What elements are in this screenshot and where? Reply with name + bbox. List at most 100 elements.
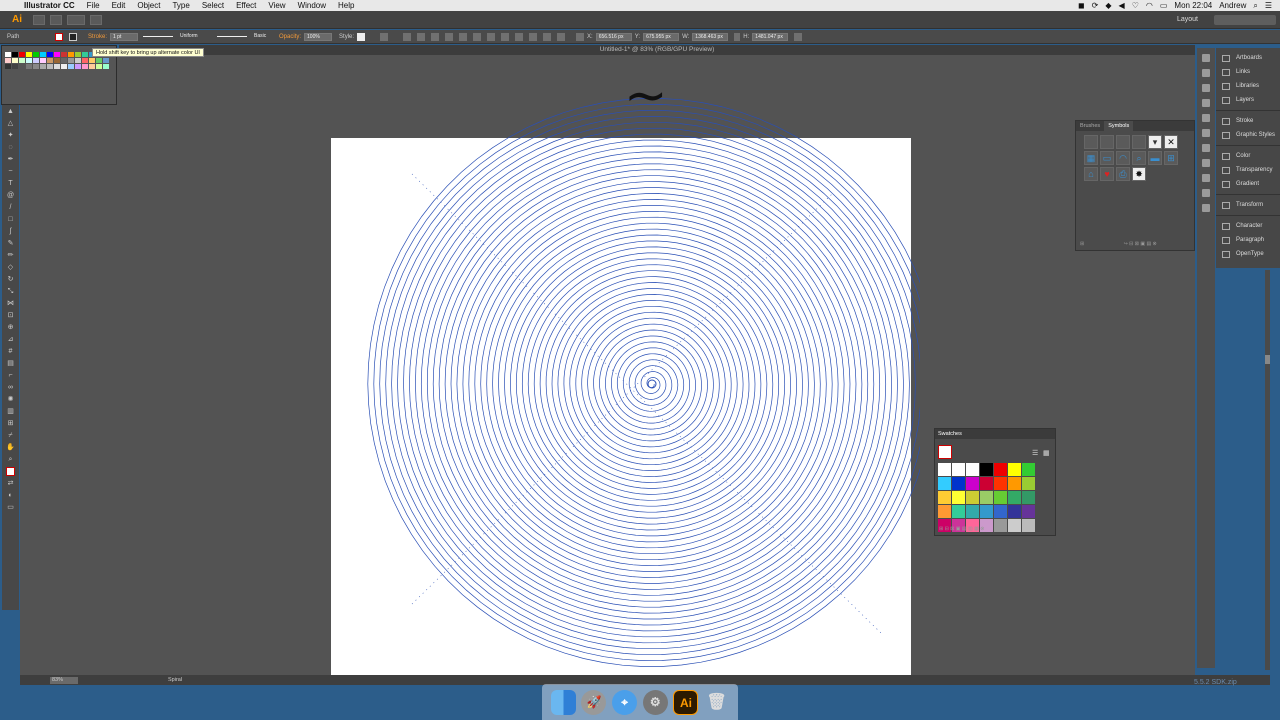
swatch[interactable] — [994, 463, 1007, 476]
dock-item-color[interactable]: Color — [1216, 149, 1280, 163]
drawing-mode-icon[interactable]: ◐ — [6, 491, 15, 500]
eraser-tool-icon[interactable]: ◇ — [6, 263, 15, 272]
thumbnail-view-icon[interactable]: ▦ — [1043, 449, 1050, 457]
libraries-panel-icon[interactable] — [1202, 84, 1210, 92]
bridge-icon[interactable] — [33, 14, 45, 25]
popup-swatch[interactable] — [19, 58, 25, 63]
gradient-tool-icon[interactable]: ▤ — [6, 359, 15, 368]
sync-icon[interactable]: ⟳ — [1092, 1, 1099, 10]
tab-brushes[interactable]: Brushes — [1076, 121, 1104, 131]
arrange-documents-icon[interactable] — [67, 14, 85, 25]
popup-swatch[interactable] — [26, 52, 32, 57]
fill-stroke-icon[interactable] — [6, 467, 15, 476]
popup-swatch[interactable] — [47, 64, 53, 69]
align-middle-icon[interactable] — [473, 32, 482, 41]
selection-tool-icon[interactable]: ▲ — [6, 107, 15, 116]
popup-swatch[interactable] — [89, 64, 95, 69]
popup-swatch[interactable] — [5, 64, 11, 69]
popup-swatch[interactable] — [47, 52, 53, 57]
dock-item-transform[interactable]: Transform — [1216, 198, 1280, 212]
height-field[interactable]: 1481.047 px — [752, 32, 789, 41]
stroke-weight-field[interactable]: 1 pt — [110, 32, 139, 41]
swatch[interactable] — [966, 463, 979, 476]
swatches-panel-title[interactable]: Swatches — [935, 429, 1055, 439]
dock-item-artboards[interactable]: Artboards — [1216, 51, 1280, 65]
swatch[interactable] — [1008, 519, 1021, 532]
symbol-bar-icon[interactable]: ▬ — [1148, 151, 1162, 165]
swatch[interactable] — [1008, 477, 1021, 490]
popup-swatch[interactable] — [82, 64, 88, 69]
popup-swatch[interactable] — [40, 58, 46, 63]
popup-swatch[interactable] — [82, 58, 88, 63]
stroke-label[interactable]: Stroke: — [88, 34, 107, 40]
constrain-proportions-icon[interactable] — [734, 32, 741, 41]
popup-swatch[interactable] — [89, 58, 95, 63]
distribute-top-icon[interactable] — [501, 32, 510, 41]
popup-swatch[interactable] — [61, 64, 67, 69]
transparency-panel-icon[interactable] — [1202, 159, 1210, 167]
spiral-path[interactable] — [300, 90, 920, 675]
distribute-left-icon[interactable] — [543, 32, 552, 41]
popup-swatch[interactable] — [54, 64, 60, 69]
menu-edit[interactable]: Edit — [106, 1, 132, 10]
opacity-label[interactable]: Opacity: — [279, 34, 301, 40]
swatch[interactable] — [994, 505, 1007, 518]
swatches-footer-icons[interactable]: ⊞ ⊟ ⊠ ▣ ▤ ▥ ▦ ⊗ — [939, 526, 984, 532]
spiral-stroke[interactable] — [367, 98, 920, 667]
user-name[interactable]: Andrew — [1219, 1, 1246, 10]
popup-swatch[interactable] — [54, 52, 60, 57]
mesh-tool-icon[interactable]: # — [6, 347, 15, 356]
popup-swatch[interactable] — [5, 52, 11, 57]
swatch[interactable] — [952, 491, 965, 504]
dock-item-opentype[interactable]: OpenType — [1216, 247, 1280, 261]
curvature-tool-icon[interactable]: ~ — [6, 167, 15, 176]
fill-stroke-indicator-icon[interactable] — [938, 445, 952, 459]
swatch[interactable] — [1008, 491, 1021, 504]
symbol-rss-icon[interactable]: ◠ — [1116, 151, 1130, 165]
swatch[interactable] — [1022, 463, 1035, 476]
list-view-icon[interactable]: ☰ — [1032, 449, 1038, 457]
popup-swatch[interactable] — [75, 64, 81, 69]
popup-swatch[interactable] — [68, 64, 74, 69]
system-preferences-icon[interactable]: ⚙ — [642, 689, 668, 715]
popup-swatch[interactable] — [47, 58, 53, 63]
popup-swatch[interactable] — [75, 58, 81, 63]
popup-swatch[interactable] — [40, 64, 46, 69]
symbol-home-icon[interactable]: ⌂ — [1084, 167, 1098, 181]
menu-effect[interactable]: Effect — [230, 1, 262, 10]
swatch[interactable] — [980, 505, 993, 518]
popup-swatch[interactable] — [68, 52, 74, 57]
character-panel-icon[interactable] — [1202, 204, 1210, 212]
dropbox-icon[interactable]: ◆ — [1105, 1, 1111, 10]
launchpad-icon[interactable]: 🚀 — [581, 689, 607, 715]
line-segment-tool-icon[interactable]: / — [6, 203, 15, 212]
stock-icon[interactable] — [50, 14, 62, 25]
scrollbar-thumb[interactable] — [1265, 355, 1270, 364]
swatch[interactable] — [952, 463, 965, 476]
artboards-panel-icon[interactable] — [1202, 54, 1210, 62]
transform-panel-icon[interactable] — [1202, 189, 1210, 197]
fill-swatch-icon[interactable] — [55, 32, 63, 41]
lasso-tool-icon[interactable]: ◌ — [6, 143, 15, 152]
dock-item-layers[interactable]: Layers — [1216, 93, 1280, 107]
clock[interactable]: Mon 22:04 — [1174, 1, 1212, 10]
align-top-icon[interactable] — [459, 32, 468, 41]
symbol-search-icon[interactable]: ⌕ — [1132, 151, 1146, 165]
graphic-styles-panel-icon[interactable] — [1202, 129, 1210, 137]
popup-swatch[interactable] — [33, 52, 39, 57]
pen-tool-icon[interactable]: ✒ — [6, 155, 15, 164]
stroke-swatch-icon[interactable] — [69, 32, 77, 41]
shape-builder-tool-icon[interactable]: ⊕ — [6, 323, 15, 332]
symbol-blank-4[interactable] — [1132, 135, 1146, 149]
align-center-icon[interactable] — [431, 32, 440, 41]
illustrator-dock-icon[interactable]: Ai — [673, 689, 699, 715]
gpu-performance-icon[interactable] — [90, 14, 102, 25]
swatch[interactable] — [1022, 519, 1035, 532]
align-panel-icon[interactable] — [403, 32, 412, 41]
search-stock-input[interactable] — [1214, 14, 1276, 25]
swap-fill-stroke-icon[interactable]: ⇄ — [6, 479, 15, 488]
swatch[interactable] — [1008, 505, 1021, 518]
dock-item-graphic-styles[interactable]: Graphic Styles — [1216, 128, 1280, 142]
popup-swatch[interactable] — [75, 52, 81, 57]
distribute-bottom-icon[interactable] — [529, 32, 538, 41]
